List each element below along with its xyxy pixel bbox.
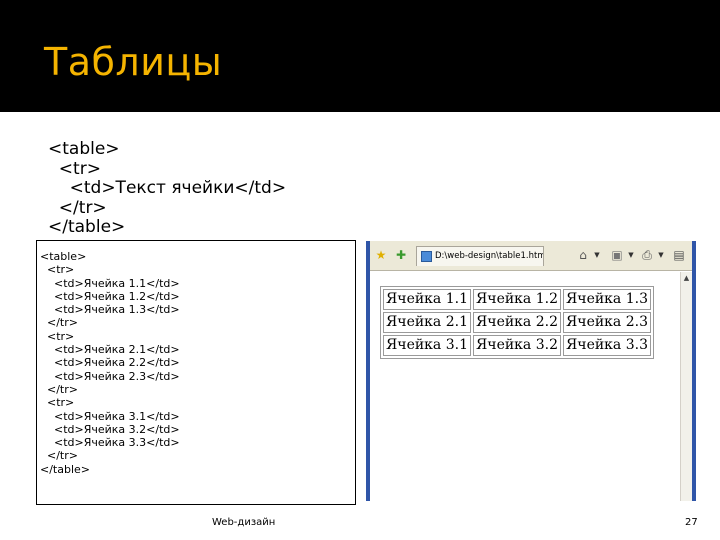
table-cell: Ячейка 1.2 xyxy=(473,289,561,310)
source-line: </tr> xyxy=(40,449,78,463)
table-cell: Ячейка 2.3 xyxy=(563,312,651,333)
browser-toolbar: ★ ✚ D:\web-design\table1.htm ⌂ ▼ ▣ ▼ ⎙ ▼… xyxy=(370,241,692,271)
tab-title: D:\web-design\table1.htm xyxy=(435,251,544,261)
browser-window: ★ ✚ D:\web-design\table1.htm ⌂ ▼ ▣ ▼ ⎙ ▼… xyxy=(366,241,696,501)
table-cell: Ячейка 3.2 xyxy=(473,335,561,356)
chevron-down-icon[interactable]: ▼ xyxy=(624,248,638,262)
code-line: <td>Текст ячейки</td> xyxy=(48,178,287,198)
scroll-up-arrow-icon[interactable]: ▲ xyxy=(682,274,691,283)
source-line: <td>Ячейка 3.2</td> xyxy=(40,422,180,436)
table-cell: Ячейка 2.1 xyxy=(383,312,471,333)
table-cell: Ячейка 1.3 xyxy=(563,289,651,310)
vertical-scrollbar[interactable]: ▲ xyxy=(680,272,692,501)
source-line: <td>Ячейка 2.2</td> xyxy=(40,356,180,370)
table-cell: Ячейка 2.2 xyxy=(473,312,561,333)
feeds-icon[interactable]: ▣ xyxy=(610,248,624,262)
source-line: <td>Ячейка 2.3</td> xyxy=(40,369,180,383)
browser-tab[interactable]: D:\web-design\table1.htm xyxy=(416,246,544,266)
code-line: <table> xyxy=(48,139,120,159)
page-menu-icon[interactable]: ▤ xyxy=(672,248,686,262)
table-row: Ячейка 2.1 Ячейка 2.2 Ячейка 2.3 xyxy=(383,312,651,333)
chevron-down-icon[interactable]: ▼ xyxy=(590,248,604,262)
page-icon xyxy=(421,251,432,262)
source-line: <td>Ячейка 3.3</td> xyxy=(40,436,180,450)
code-example: <table> <tr> <td>Текст ячейки</td> </tr>… xyxy=(48,139,287,238)
add-favorites-icon[interactable]: ✚ xyxy=(394,248,408,262)
source-line: <tr> xyxy=(40,329,75,343)
code-line: </tr> xyxy=(48,197,107,218)
table-cell: Ячейка 3.3 xyxy=(563,335,651,356)
slide-title: Таблицы xyxy=(44,40,223,84)
source-line: </table> xyxy=(40,462,90,476)
source-line: <td>Ячейка 1.1</td> xyxy=(40,276,180,290)
table-row: Ячейка 1.1 Ячейка 1.2 Ячейка 1.3 xyxy=(383,289,651,310)
source-code-box: <table> <tr> <td>Ячейка 1.1</td> <td>Яче… xyxy=(36,240,356,505)
source-line: <tr> xyxy=(40,396,75,410)
source-line: <table> xyxy=(40,250,87,263)
source-line: <td>Ячейка 1.2</td> xyxy=(40,289,180,303)
rendered-table: Ячейка 1.1 Ячейка 1.2 Ячейка 1.3 Ячейка … xyxy=(380,286,654,359)
source-line: </tr> xyxy=(40,316,78,330)
home-icon[interactable]: ⌂ xyxy=(576,248,590,262)
chevron-down-icon[interactable]: ▼ xyxy=(654,248,668,262)
table-cell: Ячейка 3.1 xyxy=(383,335,471,356)
source-line: <td>Ячейка 1.3</td> xyxy=(40,303,180,317)
table-cell: Ячейка 1.1 xyxy=(383,289,471,310)
print-icon[interactable]: ⎙ xyxy=(640,248,654,262)
source-line: </tr> xyxy=(40,382,78,396)
browser-content: Ячейка 1.1 Ячейка 1.2 Ячейка 1.3 Ячейка … xyxy=(370,272,688,501)
source-line: <td>Ячейка 3.1</td> xyxy=(40,409,180,423)
source-line: <td>Ячейка 2.1</td> xyxy=(40,343,180,357)
title-bar: Таблицы xyxy=(0,0,720,112)
footer-text: Web-дизайн xyxy=(212,517,276,528)
code-line: <tr> xyxy=(48,158,101,179)
favorites-star-icon[interactable]: ★ xyxy=(374,248,388,262)
page-number: 27 xyxy=(685,517,698,528)
source-line: <tr> xyxy=(40,263,75,277)
code-line: </table> xyxy=(48,217,126,237)
table-row: Ячейка 3.1 Ячейка 3.2 Ячейка 3.3 xyxy=(383,335,651,356)
